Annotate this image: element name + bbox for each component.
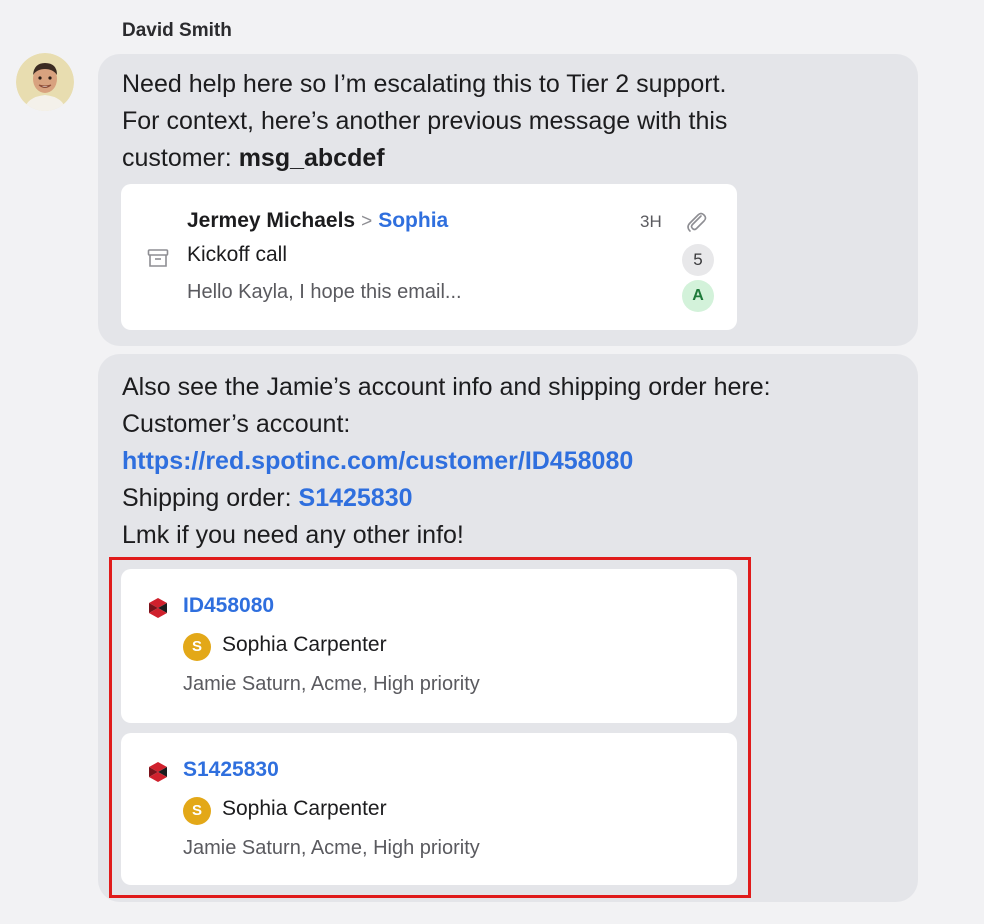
message-body: Need help here so I’m escalating this to…	[122, 66, 727, 177]
email-time: 3H	[640, 212, 662, 231]
message-line: For context, here’s another previous mes…	[122, 107, 728, 135]
sender-avatar[interactable]	[16, 53, 74, 111]
message-line: Shipping order: S1425830	[122, 480, 771, 517]
message-line-prefix: Shipping order:	[122, 484, 299, 512]
paperclip-icon	[687, 212, 707, 232]
email-from: Jermey Michaels	[187, 209, 356, 232]
message-line: Need help here so I’m escalating this to…	[122, 70, 727, 98]
message-line: customer: msg_abcdef	[122, 140, 727, 177]
email-snippet: Hello Kayla, I hope this email...	[187, 281, 462, 303]
email-preview-card[interactable]: Jermey Michaels > Sophia Kickoff call Hell…	[121, 184, 737, 330]
chat-thread: David Smith Need help here so I’m escala…	[0, 0, 984, 924]
order-link[interactable]: S1425830	[299, 484, 413, 512]
email-to[interactable]: Sophia	[378, 209, 448, 232]
message-bubble: Need help here so I’m escalating this to…	[98, 54, 918, 346]
archive-icon	[147, 249, 169, 267]
email-subject: Kickoff call	[187, 243, 287, 266]
user-avatar-photo-icon	[16, 53, 74, 111]
message-line: Also see the Jamie’s account info and sh…	[122, 373, 771, 401]
chevron-right-icon: >	[361, 211, 373, 232]
message-count-badge: 5	[682, 244, 714, 276]
message-line: Lmk if you need any other info!	[122, 521, 464, 549]
assignee-badge: A	[682, 280, 714, 312]
message-body: Also see the Jamie’s account info and sh…	[122, 369, 771, 554]
account-link[interactable]: https://red.spotinc.com/customer/ID45808…	[122, 443, 771, 480]
message-reference[interactable]: msg_abcdef	[239, 144, 385, 172]
message-line-prefix: customer:	[122, 144, 239, 172]
sender-name: David Smith	[122, 20, 232, 41]
email-participants: Jermey Michaels > Sophia	[187, 209, 448, 233]
highlight-outline	[109, 557, 751, 898]
message-line: Customer’s account:	[122, 410, 351, 438]
